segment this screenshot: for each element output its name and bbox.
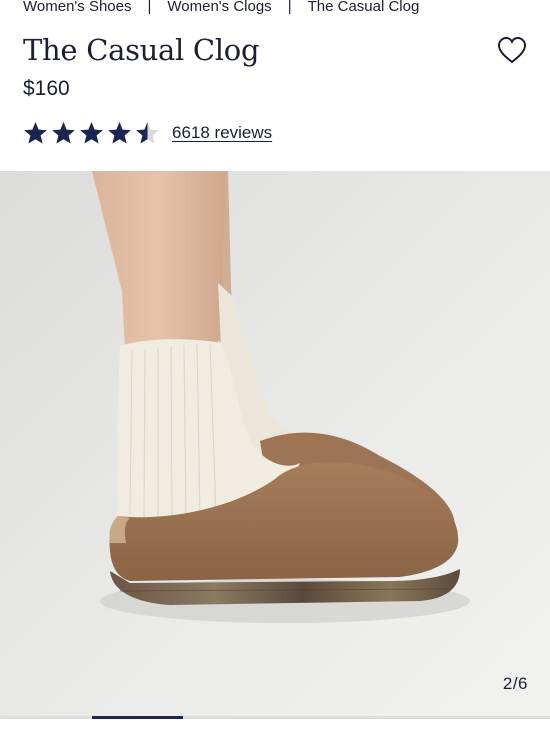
wishlist-button[interactable] — [496, 34, 528, 66]
gallery-progress — [0, 716, 550, 719]
reviews-link[interactable]: 6618 reviews — [172, 123, 272, 143]
star-icon — [24, 122, 47, 144]
star-icon — [80, 122, 103, 144]
heart-icon — [497, 36, 527, 64]
star-icon — [136, 122, 159, 144]
rating-summary: 6618 reviews — [23, 120, 272, 146]
breadcrumb: Women's Shoes | Women's Clogs | The Casu… — [23, 0, 419, 16]
product-header: The Casual Clog — [23, 30, 528, 70]
breadcrumb-separator: | — [287, 0, 292, 15]
product-price: $160 — [23, 77, 70, 100]
image-counter: 2/6 — [502, 674, 528, 693]
product-title: The Casual Clog — [23, 33, 260, 67]
breadcrumb-separator: | — [147, 0, 152, 15]
breadcrumb-item-current[interactable]: The Casual Clog — [308, 0, 420, 15]
gallery-progress-indicator — [91, 716, 184, 719]
star-icon — [108, 122, 131, 144]
star-icon — [52, 122, 75, 144]
product-image-gallery[interactable]: 2/6 — [0, 171, 550, 716]
breadcrumb-item-womens-shoes[interactable]: Women's Shoes — [23, 0, 131, 15]
breadcrumb-item-womens-clogs[interactable]: Women's Clogs — [167, 0, 271, 15]
star-rating — [23, 121, 160, 145]
product-image — [0, 171, 550, 716]
